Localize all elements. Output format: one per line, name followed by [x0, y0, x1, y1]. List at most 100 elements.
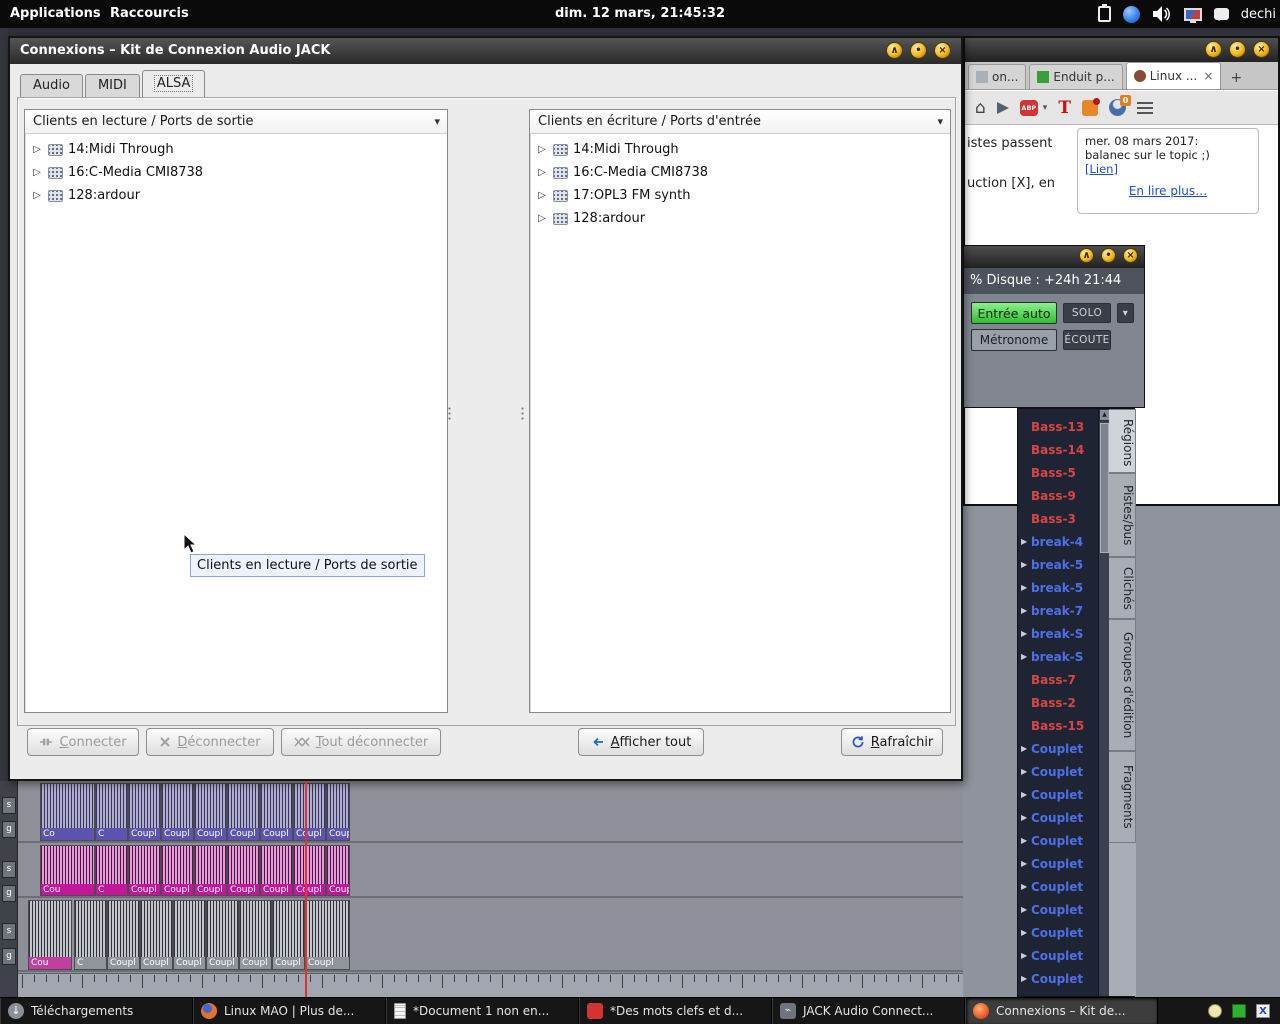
splitter-grip[interactable]: [447, 406, 452, 421]
region-list-item[interactable]: ▶Couplet: [1018, 806, 1098, 829]
audio-region[interactable]: Coupl: [161, 783, 194, 841]
xterm-icon[interactable]: X: [1256, 1004, 1270, 1018]
expand-arrow-icon[interactable]: ▷: [31, 190, 43, 201]
splitter-grip[interactable]: [520, 406, 525, 421]
region-list-item[interactable]: ▶break-5: [1018, 576, 1098, 599]
region-list-item[interactable]: Bass-13: [1018, 415, 1098, 438]
client-row[interactable]: ▷14:Midi Through: [530, 138, 950, 161]
card-link[interactable]: [Lien]: [1085, 162, 1118, 176]
account-icon[interactable]: 0: [1109, 99, 1126, 116]
close-window-icon[interactable]: ×: [934, 42, 951, 59]
region-list-item[interactable]: ▶Couplet: [1018, 875, 1098, 898]
audio-region[interactable]: Coupl: [194, 845, 227, 896]
close-window-icon[interactable]: ×: [1253, 41, 1270, 58]
tab-midi[interactable]: MIDI: [85, 74, 140, 97]
maximize-window-icon[interactable]: •: [1229, 41, 1246, 58]
region-list-item[interactable]: ▶break-4: [1018, 530, 1098, 553]
volume-icon[interactable]: [1152, 5, 1172, 23]
taskbar-item[interactable]: Connexions – Kit de...: [965, 998, 1158, 1024]
region-list-item[interactable]: Bass-2: [1018, 691, 1098, 714]
audio-region[interactable]: Coupl: [326, 845, 350, 896]
text-tool-icon[interactable]: T: [1058, 98, 1071, 118]
disconnect-button[interactable]: Déconnecter: [146, 728, 274, 756]
audio-region[interactable]: Coupl: [305, 900, 350, 970]
taskbar-item[interactable]: *Document 1 non en...: [386, 998, 579, 1024]
audio-region[interactable]: Coupl: [293, 783, 326, 841]
flash-plugin-icon[interactable]: [1082, 100, 1098, 116]
client-row[interactable]: ▷128:ardour: [530, 207, 950, 230]
close-window-icon[interactable]: ×: [1123, 248, 1138, 263]
client-row[interactable]: ▷14:Midi Through: [25, 138, 447, 161]
track-solo-button[interactable]: s: [2, 797, 16, 814]
disconnect-all-button[interactable]: Tout déconnecter: [281, 728, 441, 756]
timeline-ruler[interactable]: [18, 973, 1017, 997]
tab-alsa[interactable]: ALSA: [142, 70, 206, 97]
region-list-item[interactable]: ▶Couplet: [1018, 944, 1098, 967]
applications-menu[interactable]: Applications: [0, 0, 111, 28]
audio-region[interactable]: Coupl: [260, 783, 293, 841]
new-tab-button[interactable]: +: [1225, 67, 1247, 89]
expand-arrow-icon[interactable]: ▷: [31, 144, 43, 155]
expand-arrow-icon[interactable]: ▷: [536, 213, 548, 224]
send-icon[interactable]: [997, 102, 1009, 114]
audio-region[interactable]: Co: [40, 783, 95, 841]
region-list-item[interactable]: ▶Couplet: [1018, 967, 1098, 990]
region-list-item[interactable]: ▶Couplet: [1018, 990, 1098, 996]
track-solo-button[interactable]: s: [2, 923, 16, 940]
scrollbar-thumb[interactable]: [1100, 423, 1109, 553]
track-solo-button[interactable]: s: [2, 861, 16, 878]
region-list-item[interactable]: ▶Couplet: [1018, 783, 1098, 806]
refresh-button[interactable]: Rafraîchir: [841, 728, 943, 756]
user-label[interactable]: dechi: [1241, 7, 1276, 22]
connect-button[interactable]: Connecter: [27, 728, 139, 756]
region-list-item[interactable]: ▶break-S: [1018, 622, 1098, 645]
expand-arrow-icon[interactable]: ▷: [31, 167, 43, 178]
region-list-item[interactable]: ▶break-5: [1018, 553, 1098, 576]
track-gain-button[interactable]: g: [2, 948, 16, 965]
maximize-window-icon[interactable]: •: [1101, 248, 1116, 263]
maximize-window-icon[interactable]: •: [910, 42, 927, 59]
audio-region[interactable]: C: [74, 900, 107, 970]
side-tab-4[interactable]: Fragments: [1109, 751, 1136, 843]
region-list-item[interactable]: ▶Couplet: [1018, 852, 1098, 875]
audio-region[interactable]: C: [95, 845, 128, 896]
ardour-titlebar[interactable]: ∧ • ×: [964, 246, 1144, 268]
jack-titlebar[interactable]: Connexions – Kit de Connexion Audio JACK…: [10, 38, 961, 64]
region-list-item[interactable]: ▶Couplet: [1018, 898, 1098, 921]
client-row[interactable]: ▷16:C-Media CMI8738: [530, 161, 950, 184]
audio-region[interactable]: Coupl: [194, 783, 227, 841]
region-list-scrollbar[interactable]: ▲: [1098, 409, 1109, 996]
audio-region[interactable]: Coupl: [128, 783, 161, 841]
region-list-item[interactable]: ▶break-7: [1018, 599, 1098, 622]
clock[interactable]: dim. 12 mars, 21:45:32: [555, 0, 725, 28]
shade-window-icon[interactable]: ∧: [1079, 248, 1094, 263]
solo-options-chevron-icon[interactable]: ▾: [1117, 303, 1134, 323]
audition-button[interactable]: ÉCOUTE: [1063, 330, 1111, 350]
region-list-item[interactable]: Bass-9: [1018, 484, 1098, 507]
audio-region[interactable]: Coupl: [272, 900, 305, 970]
shade-window-icon[interactable]: ∧: [886, 42, 903, 59]
side-tab-0[interactable]: Régions: [1109, 409, 1136, 473]
client-row[interactable]: ▷128:ardour: [25, 184, 447, 207]
region-list-item[interactable]: Bass-5: [1018, 461, 1098, 484]
audio-region[interactable]: Coupl: [227, 845, 260, 896]
audio-region[interactable]: Coupl: [107, 900, 140, 970]
firefox-titlebar[interactable]: ∧ • ×: [965, 38, 1278, 62]
audio-region[interactable]: Coupl: [161, 845, 194, 896]
audio-region[interactable]: Coupl: [140, 900, 173, 970]
display-icon[interactable]: [1184, 8, 1202, 21]
audio-region[interactable]: C: [95, 783, 128, 841]
audio-region[interactable]: Coupl: [260, 845, 293, 896]
auto-input-button[interactable]: Entrée auto: [971, 302, 1057, 324]
audio-region[interactable]: Cou: [40, 845, 95, 896]
side-tab-3[interactable]: Groupes d'édition: [1109, 619, 1136, 751]
lamp-icon[interactable]: [1208, 1004, 1222, 1018]
region-list-item[interactable]: Bass-14: [1018, 438, 1098, 461]
shortcuts-menu[interactable]: Raccourcis: [100, 0, 199, 28]
audio-region[interactable]: Coupl: [326, 783, 350, 841]
tab-audio[interactable]: Audio: [20, 74, 83, 97]
audio-region[interactable]: Coupl: [227, 783, 260, 841]
region-list-item[interactable]: ▶break-S: [1018, 645, 1098, 668]
green-app-icon[interactable]: [1232, 1004, 1246, 1018]
audio-region[interactable]: Coupl: [128, 845, 161, 896]
